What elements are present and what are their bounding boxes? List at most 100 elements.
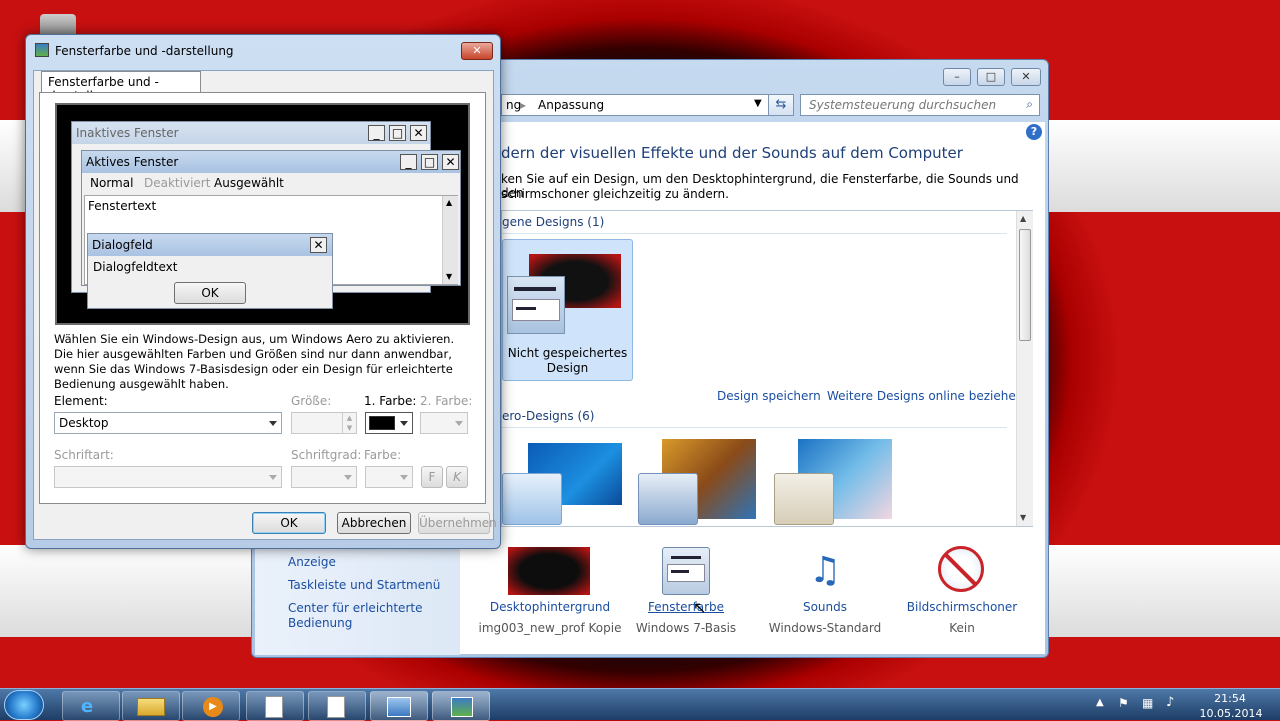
link-ease-of-access[interactable]: Center für erleichterte — [288, 601, 422, 615]
close-icon: ✕ — [442, 154, 459, 170]
network-icon[interactable]: ▦ — [1142, 696, 1153, 710]
window-color-thumbnail — [507, 276, 565, 334]
active-titlebar: Aktives Fenster _ □ ✕ — [82, 151, 460, 173]
volume-icon[interactable]: ♪ — [1166, 695, 1174, 710]
design-name: Nicht gespeichertes — [507, 346, 628, 360]
start-button[interactable] — [4, 690, 44, 720]
action-center-icon[interactable]: ⚑ — [1118, 696, 1129, 710]
sounds-link[interactable]: Sounds — [765, 600, 885, 614]
maximize-icon: □ — [389, 125, 406, 141]
desktop-background-value: img003_new_prof Kopie — [478, 621, 622, 635]
window-color-thumbnail — [638, 473, 698, 525]
taskbar-media-player-icon[interactable]: ▶ — [182, 691, 240, 721]
desktop-background-icon[interactable] — [508, 547, 590, 595]
font-color-picker[interactable] — [365, 466, 413, 488]
minimize-button[interactable]: – — [943, 68, 971, 86]
help-icon[interactable]: ? — [1026, 124, 1042, 140]
more-designs-link[interactable]: Weitere Designs online beziehen — [827, 389, 1023, 403]
chevron-down-icon[interactable]: ▼ — [754, 98, 762, 109]
taskbar-explorer-icon[interactable] — [122, 691, 180, 721]
color1-picker[interactable] — [365, 412, 413, 434]
message-box-titlebar: Dialogfeld ✕ — [88, 234, 332, 256]
chevron-down-icon — [269, 475, 277, 480]
desktop-background-link[interactable]: Desktophintergrund — [482, 600, 618, 614]
scroll-down-icon[interactable]: ▼ — [1020, 513, 1026, 522]
design-list[interactable]: gene Designs (1) Nicht gespeichertes Des… — [501, 210, 1033, 527]
font-size-select[interactable] — [291, 466, 357, 488]
scrollbar[interactable]: ▲ ▼ — [1016, 211, 1033, 526]
dialog-body: Fensterfarbe und -darstellung Inaktives … — [33, 70, 497, 540]
taskbar-ie-icon[interactable]: e — [62, 691, 120, 721]
close-button[interactable]: ✕ — [1011, 68, 1041, 86]
search-icon: ⌕ — [1026, 97, 1033, 111]
show-hidden-icons-icon[interactable]: ▲ — [1096, 697, 1104, 708]
link-display[interactable]: Anzeige — [288, 555, 336, 569]
chevron-down-icon — [344, 475, 352, 480]
dialog-title: Fensterfarbe und -darstellung — [55, 44, 234, 58]
link-ease-of-access[interactable]: Bedienung — [288, 616, 352, 630]
address-bar[interactable]: ng ▸ Anpassung ▼ — [501, 94, 781, 116]
window-color-dialog: Fensterfarbe und -darstellung ✕ Fensterf… — [25, 34, 501, 549]
taskbar-window-color-icon[interactable] — [432, 691, 490, 721]
window-text: Fenstertext — [88, 199, 157, 213]
breadcrumb-prev[interactable]: ng — [506, 98, 521, 112]
minimize-icon: _ — [400, 154, 417, 170]
color1-label: 1. Farbe: — [364, 394, 417, 408]
element-select[interactable]: Desktop — [54, 412, 282, 434]
menu-disabled: Deaktiviert — [144, 176, 211, 190]
maximize-button[interactable]: □ — [977, 68, 1005, 86]
italic-button[interactable]: K — [446, 466, 468, 488]
sounds-value: Windows-Standard — [768, 621, 882, 635]
recycle-bin-icon[interactable] — [40, 14, 76, 36]
color2-label: 2. Farbe: — [420, 394, 473, 408]
stepper-arrows-icon[interactable]: ▲ ▼ — [342, 413, 356, 433]
screensaver-icon[interactable] — [938, 546, 984, 592]
breadcrumb-current[interactable]: Anpassung — [538, 98, 604, 112]
color2-picker[interactable] — [420, 412, 468, 434]
scroll-up-icon[interactable]: ▲ — [1020, 214, 1026, 223]
scroll-down-icon: ▼ — [446, 272, 453, 281]
window-color-link[interactable]: Fensterfarbe — [626, 600, 746, 614]
cancel-button[interactable]: Abbrechen — [337, 512, 411, 534]
chevron-down-icon — [269, 421, 277, 426]
font-select[interactable] — [54, 466, 282, 488]
inactive-titlebar: Inaktives Fenster _ □ ✕ — [72, 122, 430, 144]
cursor-icon: ↖ — [693, 598, 707, 617]
window-color-icon[interactable] — [662, 547, 710, 595]
minimize-icon: _ — [368, 125, 385, 141]
search-input[interactable]: Systemsteuerung durchsuchen ⌕ — [800, 94, 1040, 116]
refresh-icon[interactable]: ⇆ — [768, 94, 794, 116]
chevron-down-icon — [400, 421, 408, 426]
screensaver-value: Kein — [949, 621, 975, 635]
sounds-icon[interactable]: ♫ — [800, 546, 850, 596]
font-label: Schriftart: — [54, 448, 114, 462]
save-design-link[interactable]: Design speichern — [717, 389, 821, 403]
chevron-down-icon — [400, 475, 408, 480]
taskbar-control-panel-icon[interactable] — [370, 691, 428, 721]
divider — [502, 233, 1007, 234]
preview-scrollbar: ▲ ▼ — [442, 196, 458, 284]
section-aero-designs: ero-Designs (6) — [502, 409, 595, 423]
maximize-icon: □ — [421, 154, 438, 170]
taskbar: e ▶ ▲ ⚑ ▦ ♪ 21:54 10.05.2014 — [0, 688, 1280, 721]
appearance-preview: Inaktives Fenster _ □ ✕ Aktives Fenster … — [55, 103, 470, 325]
bold-button[interactable]: F — [421, 466, 443, 488]
taskbar-document-icon[interactable] — [308, 691, 366, 721]
size-label: Größe: — [291, 394, 332, 408]
taskbar-document-icon[interactable] — [246, 691, 304, 721]
window-color-value: Windows 7-Basis — [635, 621, 737, 635]
dialog-close-button[interactable]: ✕ — [461, 42, 493, 60]
link-taskbar[interactable]: Taskleiste und Startmenü — [288, 578, 440, 592]
scrollbar-thumb[interactable] — [1019, 229, 1031, 341]
color1-swatch — [369, 416, 395, 430]
ok-button[interactable]: OK — [252, 512, 326, 534]
window-color-thumbnail — [502, 473, 562, 525]
clock-time[interactable]: 21:54 — [1202, 692, 1258, 705]
apply-button[interactable]: Übernehmen — [418, 512, 497, 534]
close-icon: ✕ — [410, 125, 427, 141]
screensaver-link[interactable]: Bildschirmschoner — [902, 600, 1022, 614]
tab-window-color[interactable]: Fensterfarbe und -darstellung — [41, 71, 201, 103]
unsaved-design-tile[interactable]: Nicht gespeichertes Design — [502, 239, 633, 381]
size-stepper[interactable]: ▲ ▼ — [291, 412, 357, 434]
clock-date[interactable]: 10.05.2014 — [1196, 707, 1266, 720]
